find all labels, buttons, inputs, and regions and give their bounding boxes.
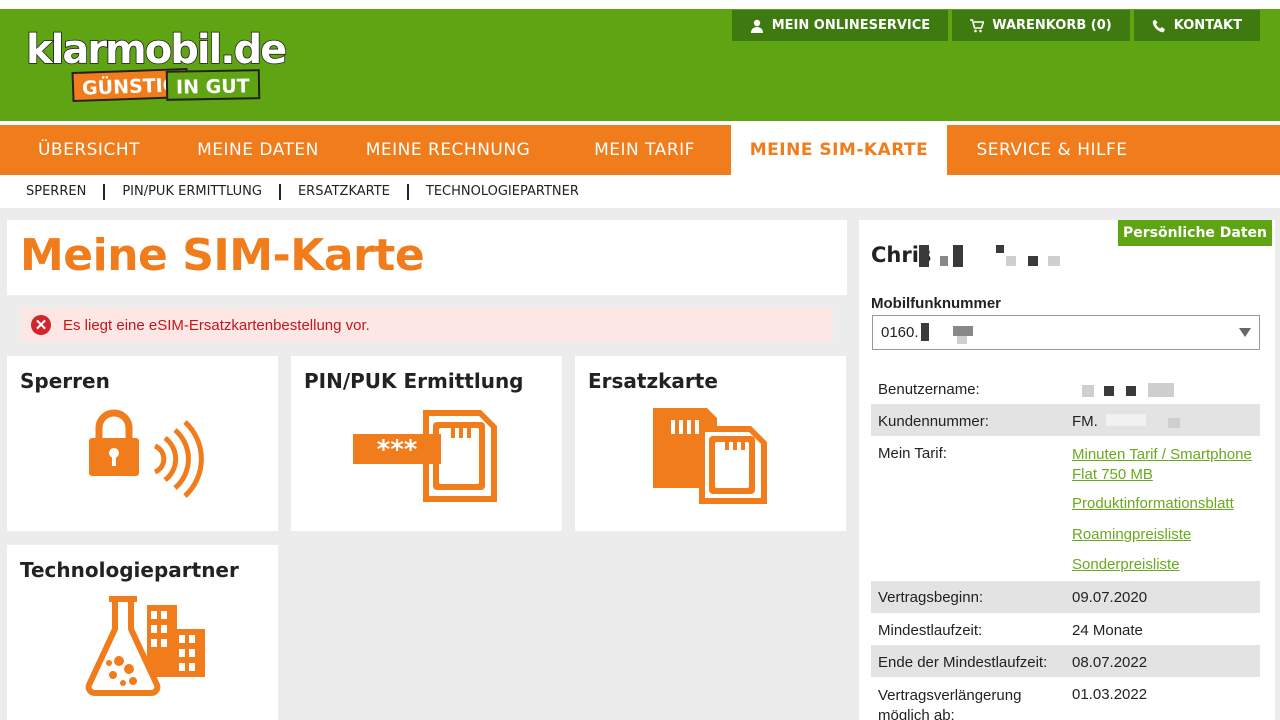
label-ende-mindestlaufzeit: Ende der Mindestlaufzeit:: [878, 654, 1048, 671]
redaction-block: [1082, 385, 1094, 397]
mobile-number-label: Mobilfunknummer: [871, 295, 1001, 312]
nav-uebersicht[interactable]: ÜBERSICHT: [0, 125, 178, 175]
nav-meine-daten[interactable]: MEINE DATEN: [178, 125, 338, 175]
nav-service-hilfe[interactable]: SERVICE & HILFE: [947, 125, 1157, 175]
value-kundennummer: FM.: [1072, 413, 1098, 430]
lock-signal-icon: [89, 409, 204, 498]
redaction-block: [1148, 383, 1174, 397]
row-vertragsbeginn: Vertragsbeginn: 09.07.2020: [871, 581, 1260, 613]
value-ende-mindestlaufzeit: 08.07.2022: [1072, 654, 1148, 671]
personal-data-button[interactable]: Persönliche Daten: [1118, 220, 1272, 246]
redaction-block: [940, 256, 948, 266]
cart-link[interactable]: WARENKORB (0): [952, 10, 1130, 41]
redaction-block: [1126, 386, 1136, 396]
phone-icon: [1152, 19, 1165, 32]
row-vertragsverlaengerung: Vertragsverlängerung möglich ab: 01.03.2…: [871, 677, 1260, 720]
error-icon: ✕: [31, 315, 51, 335]
subnav-ersatzkarte[interactable]: ERSATZKARTE: [298, 184, 390, 199]
sim-cards-icon: [653, 408, 767, 504]
logo-wordmark: klarmobil.de: [25, 27, 288, 73]
subnav-divider: [278, 183, 281, 200]
sub-nav: SPERREN PIN/PUK ERMITTLUNG ERSATZKARTE T…: [0, 175, 1267, 208]
label-benutzername: Benutzername:: [878, 381, 980, 398]
mobile-number-select[interactable]: 0160.: [872, 315, 1260, 350]
subnav-pin-puk[interactable]: PIN/PUK ERMITTLUNG: [122, 184, 262, 199]
mobile-number-value: 0160.: [881, 324, 919, 341]
card-sperren[interactable]: Sperren: [7, 356, 278, 531]
pin-sim-icon: ***: [353, 410, 497, 502]
subnav-technologiepartner[interactable]: TECHNOLOGIEPARTNER: [426, 184, 579, 199]
alert-message: Es liegt eine eSIM-Ersatzkartenbestellun…: [63, 316, 370, 334]
nav-meine-rechnung[interactable]: MEINE RECHNUNG: [338, 125, 558, 175]
main-nav: ÜBERSICHT MEINE DATEN MEINE RECHNUNG MEI…: [0, 125, 1280, 175]
card-title: Ersatzkarte: [588, 369, 718, 393]
redaction-block: [1106, 414, 1146, 426]
card-pin-puk[interactable]: PIN/PUK Ermittlung ***: [291, 356, 562, 531]
header-links: MEIN ONLINESERVICE WARENKORB (0) KONTAKT: [731, 10, 1260, 41]
subnav-sperren[interactable]: SPERREN: [26, 184, 86, 199]
value-vertragsverlaengerung: 01.03.2022: [1072, 686, 1148, 703]
svg-text:***: ***: [377, 435, 418, 465]
redaction-block: [996, 245, 1004, 253]
subnav-divider: [103, 183, 106, 200]
row-benutzername: Benutzername:: [871, 372, 1260, 404]
online-service-label: MEIN ONLINESERVICE: [771, 18, 931, 33]
logo-badge-in-gut: IN GUT: [165, 69, 260, 101]
redaction-block: [921, 323, 929, 341]
row-kundennummer: Kundennummer: FM.: [871, 404, 1260, 436]
card-title: Technologiepartner: [20, 558, 239, 582]
card-title: Sperren: [20, 369, 110, 393]
klarmobil-logo[interactable]: klarmobil.de GÜNSTIG IN GUT: [25, 27, 288, 104]
label-tarif: Mein Tarif:: [878, 445, 947, 462]
label-mindestlaufzeit: Mindestlaufzeit:: [878, 622, 983, 639]
chevron-down-icon: [1239, 328, 1251, 337]
user-icon: [750, 19, 763, 33]
tarif-link[interactable]: Minuten Tarif / Smartphone Flat 750 MB: [1072, 445, 1258, 485]
redaction-block: [1048, 256, 1060, 266]
label-kundennummer: Kundennummer:: [878, 413, 989, 430]
card-ersatzkarte[interactable]: Ersatzkarte: [575, 356, 846, 531]
cart-label: WARENKORB (0): [992, 18, 1112, 33]
redaction-block: [957, 336, 967, 344]
redaction-block: [1028, 256, 1038, 266]
sonderpreisliste-link[interactable]: Sonderpreisliste: [1072, 556, 1180, 573]
redaction-block: [1006, 256, 1016, 266]
label-vertragsbeginn: Vertragsbeginn:: [878, 589, 984, 606]
online-service-link[interactable]: MEIN ONLINESERVICE: [731, 10, 949, 41]
card-technologiepartner[interactable]: Technologiepartner: [7, 545, 278, 720]
value-mindestlaufzeit: 24 Monate: [1072, 622, 1143, 639]
row-ende-mindestlaufzeit: Ende der Mindestlaufzeit: 08.07.2022: [871, 645, 1260, 677]
contact-link[interactable]: KONTAKT: [1133, 10, 1260, 41]
page-title: Meine SIM-Karte: [20, 230, 425, 281]
subnav-divider: [406, 183, 409, 200]
card-title: PIN/PUK Ermittlung: [304, 369, 524, 393]
label-vertragsverlaengerung: Vertragsverlängerung möglich ab:: [878, 687, 1022, 720]
value-vertragsbeginn: 09.07.2020: [1072, 589, 1148, 606]
nav-mein-tarif[interactable]: MEIN TARIF: [558, 125, 731, 175]
redaction-block: [1168, 418, 1180, 428]
redaction-block: [919, 245, 929, 267]
nav-meine-sim-karte[interactable]: MEINE SIM-KARTE: [731, 125, 947, 175]
top-margin: [0, 0, 1280, 9]
contact-label: KONTAKT: [1173, 18, 1242, 33]
row-mindestlaufzeit: Mindestlaufzeit: 24 Monate: [871, 613, 1260, 645]
error-alert: ✕ Es liegt eine eSIM-Ersatzkartenbestell…: [21, 308, 833, 342]
redaction-block: [953, 326, 973, 336]
page-title-box: Meine SIM-Karte: [7, 220, 847, 295]
roamingpreisliste-link[interactable]: Roamingpreisliste: [1072, 526, 1191, 543]
redaction-block: [953, 245, 963, 267]
produktinformationsblatt-link[interactable]: Produktinformationsblatt: [1072, 495, 1234, 512]
redaction-block: [1104, 386, 1114, 396]
flask-building-icon: [85, 596, 205, 696]
cart-icon: [970, 18, 985, 32]
